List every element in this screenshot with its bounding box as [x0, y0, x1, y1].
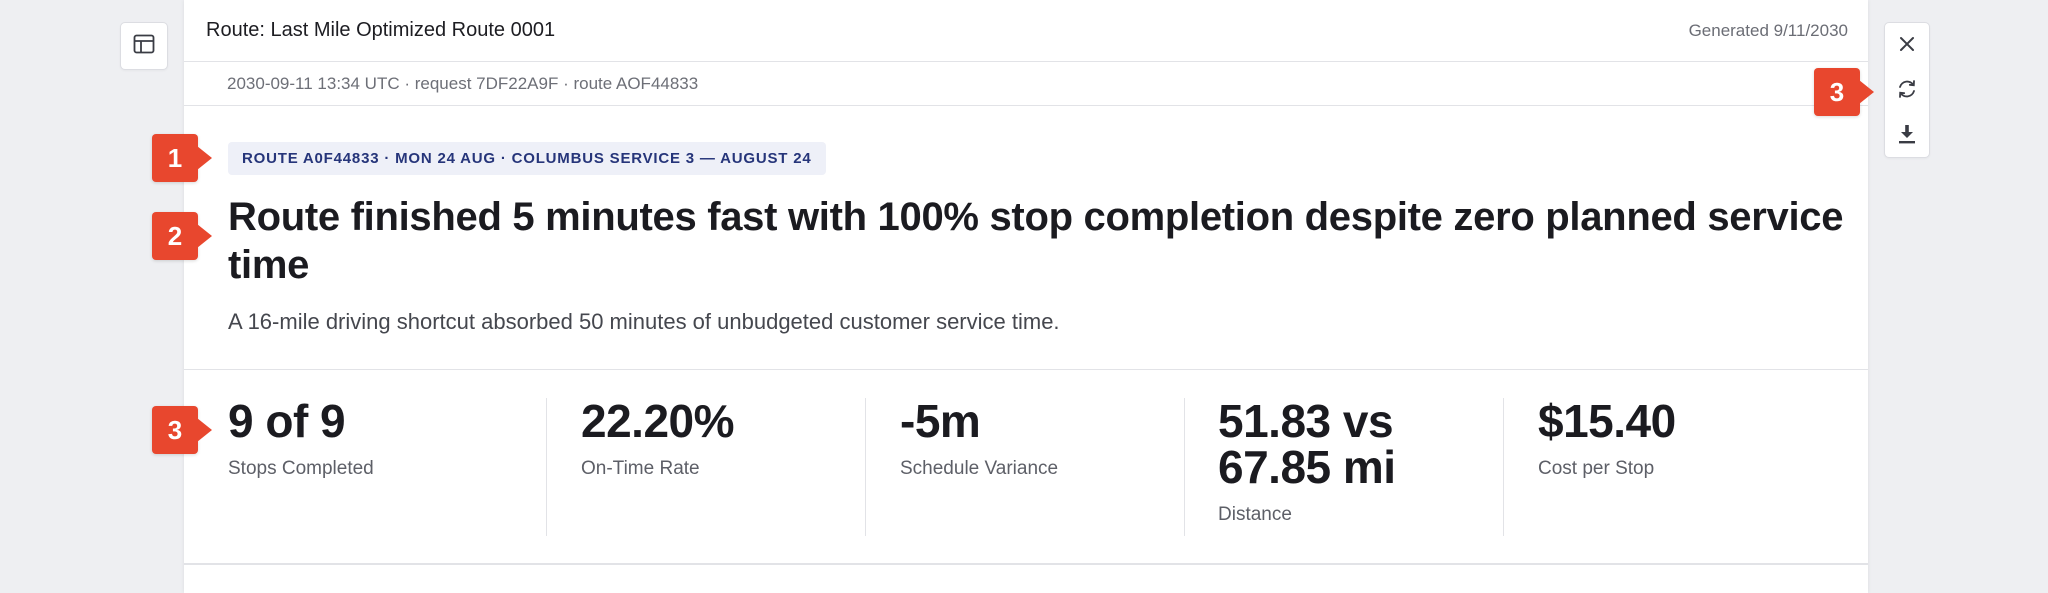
metric-separator [1503, 398, 1504, 536]
route-tag: ROUTE A0F44833 · MON 24 AUG · COLUMBUS S… [228, 142, 826, 175]
section-divider-bottom [184, 563, 1868, 565]
layout-toggle-button[interactable] [120, 22, 168, 70]
metric-label: On-Time Rate [581, 458, 700, 479]
section-divider [184, 369, 1868, 370]
metric-value: 51.83 vs 67.85 mi [1218, 395, 1396, 493]
metric-value: -5m [900, 395, 981, 447]
annotation-badge-2: 2 [152, 212, 212, 260]
metric-value: 22.20% [581, 395, 735, 447]
annotation-badge-1: 1 [152, 134, 212, 182]
report-summary: ROUTE A0F44833 · MON 24 AUG · COLUMBUS S… [184, 106, 1868, 335]
metric-value: 9 of 9 [228, 395, 346, 447]
close-icon [1898, 35, 1916, 58]
metric-label: Stops Completed [228, 458, 374, 479]
generated-date: Generated 9/11/2030 [1688, 20, 1848, 40]
annotation-badge-3: 3 [152, 406, 212, 454]
close-button[interactable] [1885, 24, 1929, 68]
metric-on-time-rate: 22.20% On-Time Rate [581, 395, 735, 480]
metric-value: $15.40 [1538, 395, 1676, 447]
refresh-icon [1896, 78, 1918, 105]
metrics-row: 9 of 9 Stops Completed 22.20% On-Time Ra… [184, 398, 1868, 536]
refresh-button[interactable] [1885, 69, 1929, 113]
report-subhead: A 16-mile driving shortcut absorbed 50 m… [228, 309, 1060, 334]
meta-bar: 2030-09-11 13:34 UTC · request 7DF22A9F … [184, 62, 1868, 106]
metric-stops-completed: 9 of 9 Stops Completed [228, 398, 374, 480]
request-meta: 2030-09-11 13:34 UTC · request 7DF22A9F … [227, 73, 699, 93]
metric-separator [1184, 398, 1185, 536]
panel-title: Route: Last Mile Optimized Route 0001 [206, 19, 556, 41]
metric-separator [865, 398, 866, 536]
metric-cost-per-stop: $15.40 Cost per Stop [1538, 398, 1676, 480]
metric-schedule-variance: -5m Schedule Variance [900, 398, 1058, 480]
metric-label: Schedule Variance [900, 458, 1059, 479]
annotation-badge-3-toolbar: 3 [1814, 68, 1874, 116]
report-headline: Route finished 5 minutes fast with 100% … [228, 195, 1844, 287]
report-panel: Route: Last Mile Optimized Route 0001 Ge… [184, 0, 1868, 593]
layout-icon [133, 34, 155, 59]
download-button[interactable] [1885, 114, 1929, 158]
metric-label: Distance [1218, 504, 1292, 525]
metric-separator [546, 398, 547, 536]
metric-distance: 51.83 vs 67.85 mi Distance [1218, 398, 1448, 526]
right-toolbar [1884, 22, 1930, 158]
panel-header: Route: Last Mile Optimized Route 0001 Ge… [184, 0, 1868, 62]
metric-label: Cost per Stop [1538, 458, 1655, 479]
download-icon [1897, 123, 1917, 150]
